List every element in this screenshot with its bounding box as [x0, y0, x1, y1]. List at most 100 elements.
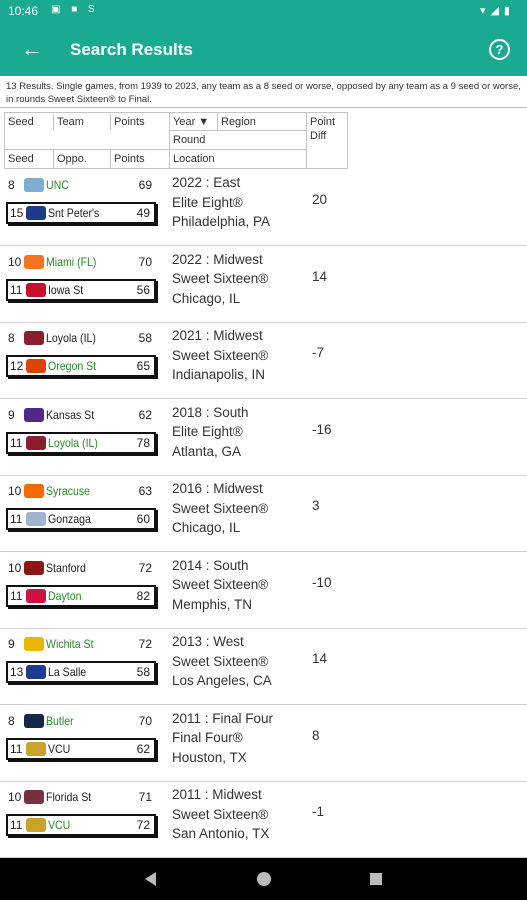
point-diff: -16	[312, 421, 332, 437]
team-name[interactable]: Loyola (IL)	[48, 434, 98, 452]
header-region: Region	[217, 112, 307, 131]
team-logo-icon	[24, 178, 44, 192]
year-region: 2011 : Final Four	[172, 710, 274, 726]
team-seed: 8	[8, 178, 15, 192]
round-name: Sweet Sixteen®	[172, 271, 269, 286]
game-info: 2016 : Midwest Sweet Sixteen® Chicago, IL	[172, 479, 268, 538]
game-row[interactable]: 9 Kansas St 62 11 Loyola (IL) 78 2018 : South E…	[0, 400, 527, 476]
nav-home-icon[interactable]	[257, 872, 271, 886]
year-region: 2018 : South	[172, 404, 249, 420]
round-name: Elite Eight®	[172, 194, 243, 210]
team-logo-icon	[24, 331, 44, 345]
team-name[interactable]: Kansas St	[46, 404, 94, 426]
team-seed: 10	[8, 560, 22, 575]
point-diff: 14	[312, 268, 328, 284]
team-seed: 8	[8, 713, 15, 728]
team-line-top: 8 Loyola (IL) 58	[6, 327, 156, 349]
team-points: 58	[138, 331, 152, 345]
game-row[interactable]: 10 Syracuse 63 11 Gonzaga 60 2016 : Midwest Swe…	[0, 476, 527, 552]
game-info: 2018 : South Elite Eight® Atlanta, GA	[172, 403, 249, 462]
team-name[interactable]: Gonzaga	[48, 510, 91, 528]
team-name[interactable]: Miami (FL)	[46, 251, 96, 273]
round-name: Sweet Sixteen®	[172, 653, 269, 669]
notification-icons: ▣ ■ S	[51, 4, 99, 15]
signal-battery-icons: ▾◢▮	[479, 5, 515, 17]
team-seed: 13	[10, 665, 24, 679]
header-team: Team	[53, 112, 111, 131]
page-title: Search Results	[70, 40, 193, 59]
game-location: Philadelphia, PA	[172, 214, 271, 229]
results-list[interactable]: 8 UNC 69 15 Snt Peter's 49 2022 : East Elite Ei…	[0, 170, 527, 858]
round-name: Final Four®	[172, 730, 243, 745]
help-icon[interactable]: ?	[489, 39, 510, 60]
team-logo-icon	[26, 512, 46, 526]
team-name[interactable]: Butler	[46, 710, 74, 732]
point-diff: 14	[312, 651, 328, 666]
team-name[interactable]: Syracuse	[46, 480, 90, 502]
header-seed-opponent: Seed	[4, 149, 54, 169]
game-info: 2021 : Midwest Sweet Sixteen® Indianapolis…	[172, 326, 268, 385]
game-location: Indianapolis, IN	[172, 367, 266, 382]
game-row[interactable]: 8 Butler 70 11 VCU 62 2011 : Final Four Final F…	[0, 706, 527, 782]
nav-recents-icon[interactable]	[370, 873, 382, 885]
team-line-top: 10 Stanford 72	[6, 557, 156, 579]
team-line-bottom: 11 VCU 72	[6, 814, 156, 836]
team-points: 60	[136, 512, 150, 526]
game-location: Los Angeles, CA	[172, 673, 272, 688]
divider	[0, 107, 527, 108]
game-info: 2011 : Midwest Sweet Sixteen® San Antonio,…	[172, 785, 269, 844]
header-year-sort[interactable]: Year ▼	[169, 112, 218, 131]
team-line-top: 8 Butler 70	[6, 710, 156, 732]
team-name[interactable]: Iowa St	[48, 281, 83, 299]
team-seed: 10	[8, 484, 22, 498]
game-info: 2013 : West Sweet Sixteen® Los Angeles, CA	[172, 632, 272, 691]
header-location: Location	[169, 149, 307, 169]
team-points: 70	[138, 713, 152, 728]
year-region: 2022 : East	[172, 175, 241, 190]
team-name[interactable]: Stanford	[46, 557, 86, 579]
game-location: Chicago, IL	[172, 520, 241, 535]
team-name[interactable]: Snt Peter's	[48, 204, 99, 222]
point-diff: 8	[312, 727, 320, 743]
game-row[interactable]: 8 Loyola (IL) 58 12 Oregon St 65 2021 : Midwes…	[0, 323, 527, 399]
team-points: 58	[136, 665, 150, 679]
team-name[interactable]: La Salle	[48, 663, 86, 681]
team-name[interactable]: UNC	[46, 174, 69, 196]
game-location: Atlanta, GA	[172, 443, 242, 459]
header-round: Round	[169, 130, 307, 150]
team-line-top: 10 Miami (FL) 70	[6, 251, 156, 273]
team-seed: 8	[8, 331, 15, 345]
team-name[interactable]: VCU	[48, 740, 70, 758]
game-row[interactable]: 10 Miami (FL) 70 11 Iowa St 56 2022 : Midwest S…	[0, 247, 527, 323]
team-points: 72	[138, 637, 152, 651]
header-spacer	[4, 130, 170, 150]
header-seed: Seed	[4, 112, 54, 131]
team-line-bottom: 13 La Salle 58	[6, 661, 156, 683]
year-region: 2022 : Midwest	[172, 251, 263, 267]
game-row[interactable]: 9 Wichita St 72 13 La Salle 58 2013 : West Swee…	[0, 629, 527, 705]
team-name[interactable]: Dayton	[48, 587, 81, 605]
team-logo-icon	[24, 254, 44, 269]
team-logo-icon	[24, 407, 44, 422]
team-name[interactable]: Wichita St	[46, 633, 94, 655]
header-point-diff: Point Diff	[306, 112, 348, 169]
team-points: 71	[138, 790, 152, 804]
game-row[interactable]: 8 UNC 69 15 Snt Peter's 49 2022 : East Elite Ei…	[0, 170, 527, 246]
nav-back-icon[interactable]	[145, 872, 156, 886]
point-diff: -1	[312, 804, 325, 819]
team-logo-icon	[24, 637, 44, 651]
game-row[interactable]: 10 Florida St 71 11 VCU 72 2011 : Midwest Sweet…	[0, 782, 527, 858]
team-line-bottom: 11 Dayton 82	[6, 584, 156, 607]
back-arrow-icon[interactable]: ←	[18, 36, 46, 64]
team-points: 70	[138, 254, 152, 269]
game-location: Memphis, TN	[172, 596, 253, 612]
team-line-top: 10 Syracuse 63	[6, 480, 156, 502]
team-name[interactable]: VCU	[48, 816, 70, 834]
team-name[interactable]: Florida St	[46, 786, 91, 808]
team-logo-icon	[26, 359, 46, 373]
status-bar: 10:46 ▣ ■ S ▾◢▮	[0, 0, 527, 24]
game-row[interactable]: 10 Stanford 72 11 Dayton 82 2014 : South Sweet …	[0, 553, 527, 629]
team-name[interactable]: Oregon St	[48, 357, 96, 375]
point-diff: 20	[312, 192, 328, 207]
team-name[interactable]: Loyola (IL)	[46, 327, 96, 349]
